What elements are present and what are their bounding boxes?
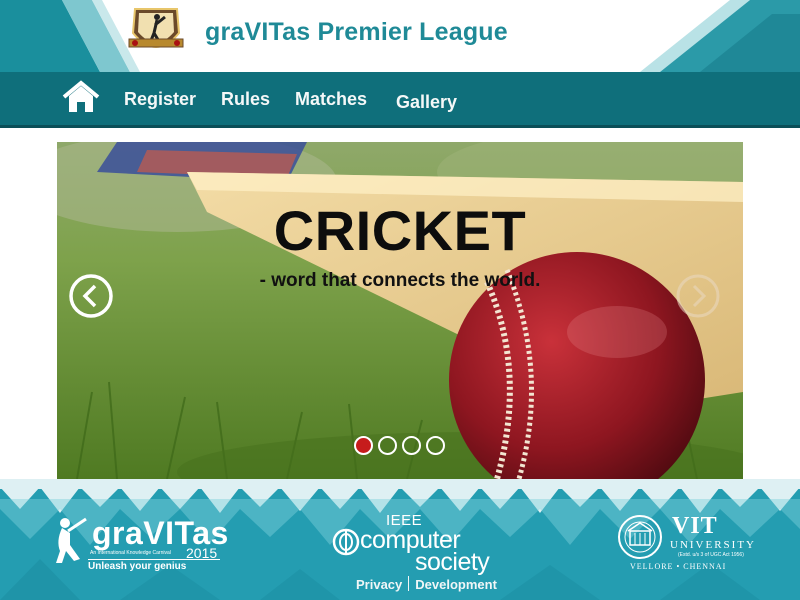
vit-established-text: (Estd. u/s 3 of UGC Act 1956) (678, 552, 744, 558)
nav-gallery[interactable]: Gallery (396, 92, 457, 113)
vit-seal-icon (618, 515, 662, 559)
development-link[interactable]: Development (415, 577, 497, 592)
gravitas-small-text: An International Knowledge Carnival (90, 550, 171, 556)
link-separator (408, 576, 410, 591)
vit-locations: VELLORE • CHENNAI (630, 562, 726, 571)
vit-location-chennai: CHENNAI (683, 562, 727, 571)
slide-subtitle: - word that connects the world. (259, 270, 541, 291)
cricket-bat-and-ball-image (57, 142, 743, 479)
site-title: graVITas Premier League (205, 18, 508, 46)
carousel-dot-1[interactable] (354, 436, 373, 455)
site-header: graVITas Premier League (0, 0, 800, 72)
league-logo-icon[interactable] (127, 3, 185, 57)
carousel-dot-4[interactable] (426, 436, 445, 455)
header-decoration-left (0, 0, 140, 72)
nav-register[interactable]: Register (124, 89, 196, 110)
site-footer: graVITas An International Knowledge Carn… (0, 479, 800, 600)
header-decoration-right (640, 0, 800, 72)
carousel-dot-2[interactable] (378, 436, 397, 455)
nav-rules[interactable]: Rules (221, 89, 270, 110)
privacy-link[interactable]: Privacy (356, 577, 402, 592)
carousel-indicators (354, 436, 454, 456)
home-icon[interactable] (61, 80, 101, 114)
cricketer-figure-icon (56, 517, 87, 563)
vit-university-logo[interactable]: VIT UNIVERSITY (Estd. u/s 3 of UGC Act 1… (616, 513, 754, 571)
chevron-right-circle-icon[interactable] (675, 273, 721, 319)
carousel-dot-3[interactable] (402, 436, 421, 455)
main-navbar: Register Rules Matches Gallery (0, 72, 800, 128)
vit-university-label: UNIVERSITY (670, 539, 756, 551)
ieee-computer-society-logo[interactable]: IEEE computer society (330, 512, 500, 576)
gravitas-tagline: Unleash your genius (88, 559, 220, 572)
vit-name: VIT (672, 513, 718, 539)
ieee-cs-emblem-icon (332, 528, 360, 556)
vit-location-vellore: VELLORE (630, 562, 674, 571)
footer-links: Privacy Development (356, 576, 497, 592)
gravitas-logo[interactable]: graVITas An International Knowledge Carn… (52, 515, 228, 572)
slide-title: CRICKET (273, 199, 527, 262)
ieee-society-label: society (415, 548, 490, 576)
nav-matches[interactable]: Matches (295, 89, 367, 110)
chevron-left-circle-icon[interactable] (68, 273, 114, 319)
hero-carousel[interactable]: CRICKET - word that connects the world. (57, 142, 743, 479)
